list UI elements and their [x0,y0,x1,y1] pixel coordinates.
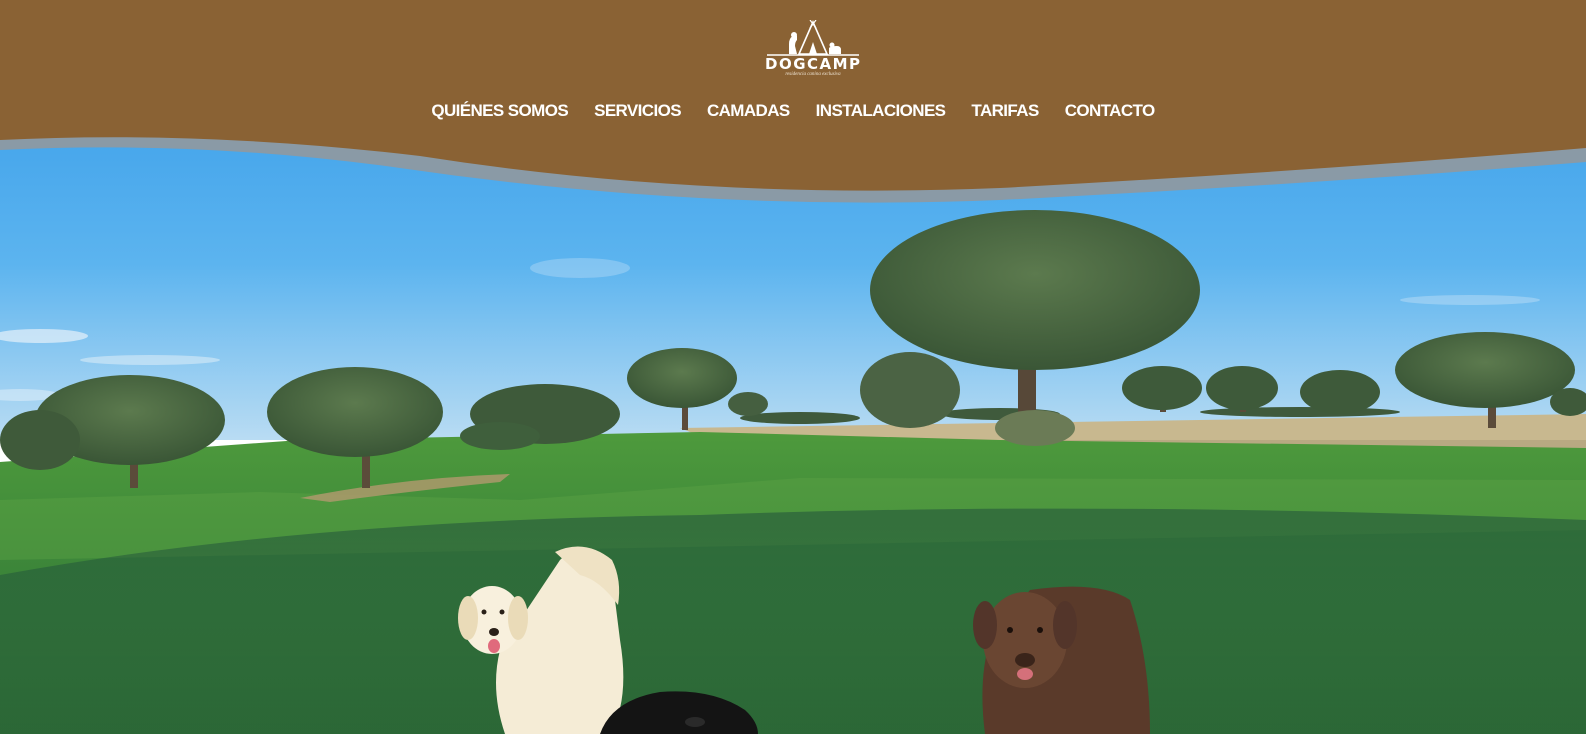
shadow [0,508,1586,734]
nav-item-instalaciones[interactable]: INSTALACIONES [803,101,959,121]
tree-right-3 [1300,370,1380,414]
page: DOGCAMP residencia canina exclusiva QUIÉ… [0,0,1586,734]
nav-item-contacto[interactable]: CONTACTO [1052,101,1168,121]
nav-item-camadas[interactable]: CAMADAS [694,101,803,121]
nav-item-tarifas[interactable]: TARIFAS [958,101,1051,121]
chocolate-labrador [973,586,1150,734]
nav-item-quienes-somos[interactable]: QUIÉNES SOMOS [418,101,581,121]
cloud [530,258,630,278]
site-logo[interactable]: DOGCAMP residencia canina exclusiva [765,20,861,80]
cloud [80,355,220,365]
site-header: DOGCAMP residencia canina exclusiva QUIÉ… [0,0,1586,215]
logo-wordmark: DOGCAMP [765,55,862,73]
tree-small [728,392,768,416]
cloud [1400,295,1540,305]
nav-item-servicios[interactable]: SERVICIOS [581,101,694,121]
teepee-dogs-icon [767,20,859,56]
main-navigation: QUIÉNES SOMOS SERVICIOS CAMADAS INSTALAC… [0,101,1586,121]
